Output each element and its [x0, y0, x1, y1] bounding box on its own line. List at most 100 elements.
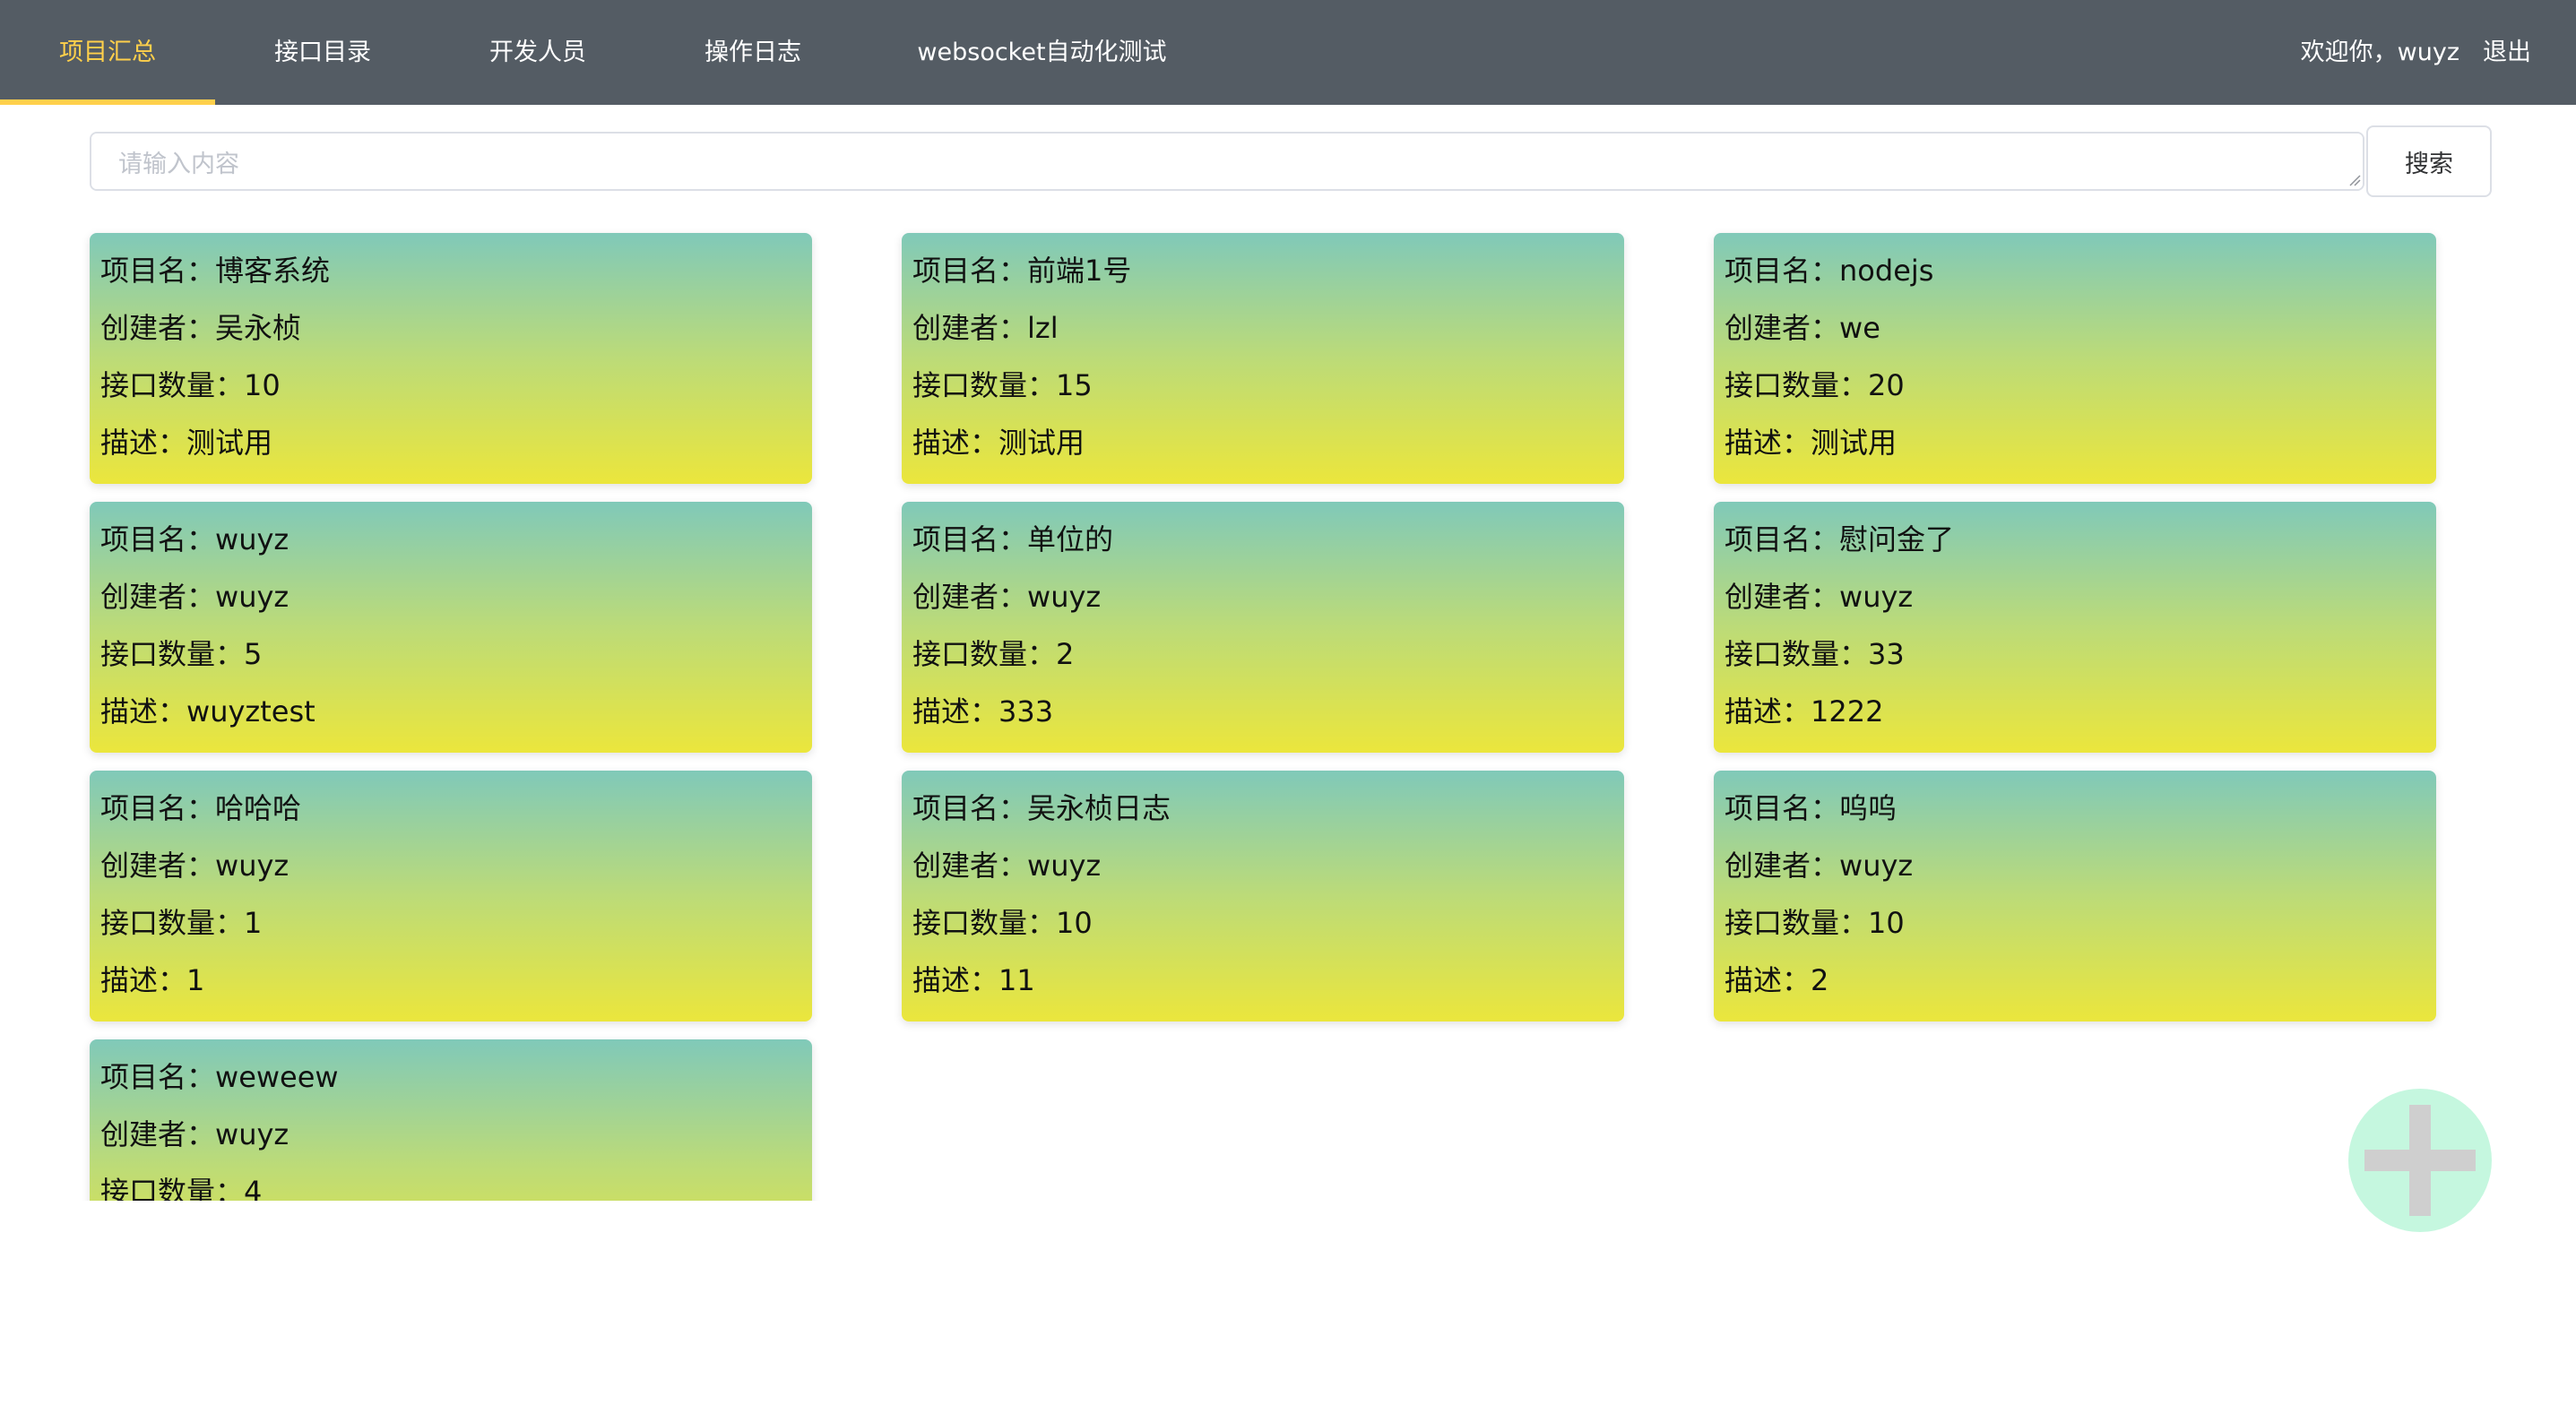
project-desc: 2	[1811, 963, 1829, 997]
tab-developers[interactable]: 开发人员	[430, 0, 645, 105]
project-count-label: 接口数量：	[100, 1175, 245, 1201]
project-count-line: 接口数量：2	[912, 625, 1624, 683]
tab-api-directory[interactable]: 接口目录	[215, 0, 430, 105]
active-tab-indicator	[0, 99, 215, 105]
project-creator-label: 创建者：	[912, 311, 1028, 345]
project-name-label: 项目名：	[100, 791, 216, 825]
project-desc-label: 描述：	[1725, 963, 1811, 997]
project-creator: wuyz	[1027, 580, 1102, 614]
project-name-label: 项目名：	[1725, 522, 1840, 556]
project-count-line: 接口数量：4	[100, 1163, 812, 1201]
project-creator-label: 创建者：	[1725, 849, 1840, 883]
project-card[interactable]: 项目名：哈哈哈 创建者：wuyz 接口数量：1 描述：1	[90, 771, 812, 1021]
project-creator: wuyz	[215, 580, 290, 614]
project-name: 吴永桢日志	[1027, 791, 1171, 825]
search-button[interactable]: 搜索	[2366, 125, 2492, 197]
project-card[interactable]: 项目名：呜呜 创建者：wuyz 接口数量：10 描述：2	[1714, 771, 2436, 1021]
project-desc-label: 描述：	[912, 963, 999, 997]
project-count-label: 接口数量：	[100, 637, 245, 671]
project-desc-line: 描述：1	[100, 952, 812, 1009]
project-name-line: 项目名：nodejs	[1725, 242, 2436, 299]
project-count-label: 接口数量：	[1725, 906, 1869, 940]
project-card[interactable]: 项目名：单位的 创建者：wuyz 接口数量：2 描述：333	[902, 502, 1624, 753]
project-creator-line: 创建者：wuyz	[100, 1106, 812, 1163]
project-creator-line: 创建者：wuyz	[1725, 837, 2436, 894]
project-card[interactable]: 项目名：wuyz 创建者：wuyz 接口数量：5 描述：wuyztest	[90, 502, 812, 753]
project-name-label: 项目名：	[100, 254, 216, 288]
project-creator-label: 创建者：	[1725, 580, 1840, 614]
project-creator-line: 创建者：wuyz	[912, 837, 1624, 894]
project-creator: 吴永桢	[215, 311, 302, 345]
project-creator: wuyz	[1027, 849, 1102, 883]
project-name-label: 项目名：	[912, 522, 1028, 556]
project-count-line: 接口数量：10	[912, 894, 1624, 952]
project-name-label: 项目名：	[100, 1060, 216, 1094]
project-name: 呜呜	[1839, 791, 1897, 825]
project-card[interactable]: 项目名：吴永桢日志 创建者：wuyz 接口数量：10 描述：11	[902, 771, 1624, 1021]
project-count: 10	[1056, 906, 1093, 940]
project-card[interactable]: 项目名：前端1号 创建者：lzl 接口数量：15 描述：测试用	[902, 233, 1624, 484]
project-name-label: 项目名：	[912, 254, 1028, 288]
add-project-button[interactable]	[2348, 1089, 2492, 1232]
project-count-label: 接口数量：	[912, 368, 1057, 402]
project-desc-line: 描述：2	[1725, 952, 2436, 1009]
project-count-line: 接口数量：33	[1725, 625, 2436, 683]
project-desc-label: 描述：	[912, 426, 999, 460]
project-name: wuyz	[215, 522, 290, 556]
project-count: 4	[244, 1175, 263, 1201]
project-count: 2	[1056, 637, 1075, 671]
project-desc-line: 描述：wuyztest	[100, 683, 812, 740]
project-creator: wuyz	[215, 1117, 290, 1151]
project-creator-line: 创建者：we	[1725, 299, 2436, 357]
project-count-line: 接口数量：5	[100, 625, 812, 683]
project-count-label: 接口数量：	[912, 906, 1057, 940]
project-name-line: 项目名：吴永桢日志	[912, 780, 1624, 837]
project-name: 慰问金了	[1839, 522, 1955, 556]
project-count: 10	[244, 368, 281, 402]
project-count-line: 接口数量：10	[100, 357, 812, 414]
project-name: 前端1号	[1027, 254, 1132, 288]
tab-websocket-test[interactable]: websocket自动化测试	[860, 0, 1223, 105]
project-desc-label: 描述：	[912, 694, 999, 728]
project-card-grid: 项目名：博客系统 创建者：吴永桢 接口数量：10 描述：测试用 项目名：前端1号…	[0, 224, 2576, 1201]
project-desc-line: 描述：测试用	[912, 414, 1624, 471]
project-creator-line: 创建者：wuyz	[912, 568, 1624, 625]
project-name-line: 项目名：wuyz	[100, 511, 812, 568]
project-count-label: 接口数量：	[912, 637, 1057, 671]
project-desc: 1222	[1811, 694, 1884, 728]
project-card[interactable]: 项目名：慰问金了 创建者：wuyz 接口数量：33 描述：1222	[1714, 502, 2436, 753]
project-desc-label: 描述：	[1725, 426, 1811, 460]
project-creator: wuyz	[215, 849, 290, 883]
project-card[interactable]: 项目名：博客系统 创建者：吴永桢 接口数量：10 描述：测试用	[90, 233, 812, 484]
project-count-line: 接口数量：15	[912, 357, 1624, 414]
project-desc-line: 描述：测试用	[1725, 414, 2436, 471]
project-creator-label: 创建者：	[100, 311, 216, 345]
project-creator-label: 创建者：	[912, 580, 1028, 614]
project-count: 33	[1868, 637, 1905, 671]
resize-handle-icon[interactable]	[2348, 174, 2361, 186]
tab-project-summary[interactable]: 项目汇总	[0, 0, 215, 105]
project-desc-line: 描述：测试用	[100, 414, 812, 471]
tab-operation-log[interactable]: 操作日志	[645, 0, 860, 105]
project-name-line: 项目名：哈哈哈	[100, 780, 812, 837]
project-card[interactable]: 项目名：nodejs 创建者：we 接口数量：20 描述：测试用	[1714, 233, 2436, 484]
search-input[interactable]	[90, 132, 2364, 191]
project-desc-label: 描述：	[100, 694, 187, 728]
project-desc-label: 描述：	[1725, 694, 1811, 728]
project-desc: 测试用	[1811, 426, 1897, 460]
project-count: 20	[1868, 368, 1905, 402]
project-card[interactable]: 项目名：weweew 创建者：wuyz 接口数量：4 描述：	[90, 1039, 812, 1201]
project-desc: wuyztest	[186, 694, 316, 728]
project-desc-label: 描述：	[100, 426, 187, 460]
project-count: 10	[1868, 906, 1905, 940]
project-count-line: 接口数量：10	[1725, 894, 2436, 952]
welcome-text: 欢迎你，wuyz	[2300, 39, 2459, 66]
project-creator-label: 创建者：	[912, 849, 1028, 883]
project-name-line: 项目名：呜呜	[1725, 780, 2436, 837]
project-name: 博客系统	[215, 254, 331, 288]
project-creator: wuyz	[1839, 849, 1914, 883]
project-name-line: 项目名：weweew	[100, 1048, 812, 1106]
logout-link[interactable]: 退出	[2483, 39, 2531, 66]
project-creator-line: 创建者：wuyz	[100, 568, 812, 625]
top-nav-bar: 项目汇总 接口目录 开发人员 操作日志 websocket自动化测试 欢迎你，w…	[0, 0, 2576, 105]
